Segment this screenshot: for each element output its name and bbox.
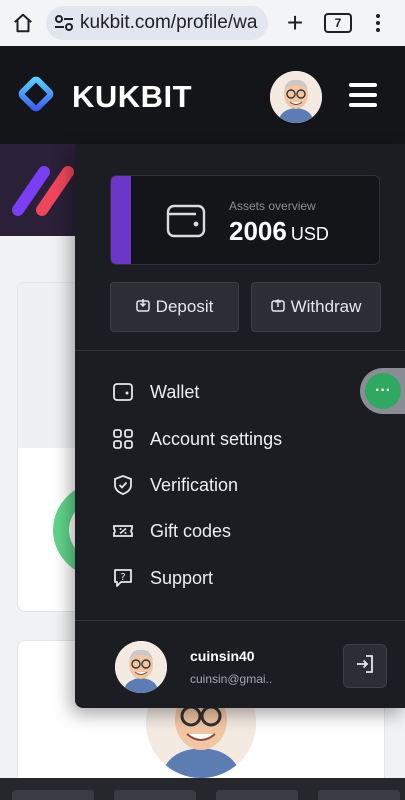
logout-icon xyxy=(354,653,376,680)
url-text: kukbit.com/profile/wa xyxy=(80,12,258,33)
profile-dropdown: Assets overview 2006 USD Deposit Withdraw… xyxy=(75,144,405,708)
divider xyxy=(75,350,405,351)
withdraw-button[interactable]: Withdraw xyxy=(251,282,381,332)
avatar[interactable] xyxy=(270,71,322,123)
deposit-button[interactable]: Deposit xyxy=(110,282,239,332)
assets-overview-card[interactable]: Assets overview 2006 USD xyxy=(110,175,380,265)
menu-item-account-settings[interactable]: Account settings xyxy=(111,419,282,459)
user-email: cuinsin@gmai.. xyxy=(190,672,273,686)
ticket-icon xyxy=(111,519,135,543)
divider xyxy=(75,620,405,621)
shield-check-icon xyxy=(111,473,135,497)
tab-switcher-button[interactable]: 7 xyxy=(324,13,352,33)
browser-toolbar: kukbit.com/profile/wa + 7 xyxy=(0,0,405,46)
new-tab-icon[interactable]: + xyxy=(274,7,316,39)
balance-currency: USD xyxy=(290,224,329,244)
menu-item-support[interactable]: ? Support xyxy=(111,558,213,598)
menu-item-label: Wallet xyxy=(150,381,200,402)
avatar[interactable] xyxy=(115,641,167,693)
chat-widget[interactable]: ··· xyxy=(360,368,405,414)
wallet-icon xyxy=(111,380,135,404)
brand-name[interactable]: KUKBIT xyxy=(72,79,192,115)
site-settings-icon[interactable] xyxy=(54,14,74,32)
accent-bar xyxy=(111,176,131,264)
withdraw-icon xyxy=(270,297,285,317)
menu-item-wallet[interactable]: Wallet xyxy=(111,372,199,412)
deposit-label: Deposit xyxy=(155,297,214,316)
logout-button[interactable] xyxy=(343,644,387,688)
menu-item-verification[interactable]: Verification xyxy=(111,465,238,505)
balance-amount: 2006 xyxy=(229,216,287,246)
chat-bubble-icon[interactable]: ··· xyxy=(365,373,401,409)
home-icon[interactable] xyxy=(0,0,46,46)
site-header: KUKBIT xyxy=(0,46,405,144)
svg-text:?: ? xyxy=(120,572,125,583)
menu-item-label: Gift codes xyxy=(150,520,232,541)
bottom-nav xyxy=(0,778,405,800)
user-name: cuinsin40 xyxy=(190,648,255,664)
assets-label: Assets overview xyxy=(229,199,316,213)
logo-icon[interactable] xyxy=(16,74,56,119)
decorative-stripes-icon xyxy=(8,162,78,227)
help-chat-icon: ? xyxy=(111,566,135,590)
withdraw-label: Withdraw xyxy=(290,297,362,316)
menu-item-gift-codes[interactable]: Gift codes xyxy=(111,511,231,551)
menu-item-label: Support xyxy=(150,567,214,588)
address-bar[interactable]: kukbit.com/profile/wa xyxy=(46,6,268,40)
browser-menu-icon[interactable] xyxy=(376,14,380,32)
deposit-icon xyxy=(135,297,150,317)
grid-icon xyxy=(111,427,135,451)
hamburger-menu-icon[interactable] xyxy=(349,83,377,113)
wallet-icon xyxy=(166,202,206,243)
menu-item-label: Account settings xyxy=(150,428,283,449)
menu-item-label: Verification xyxy=(150,474,239,495)
assets-balance: 2006 USD xyxy=(229,216,329,247)
